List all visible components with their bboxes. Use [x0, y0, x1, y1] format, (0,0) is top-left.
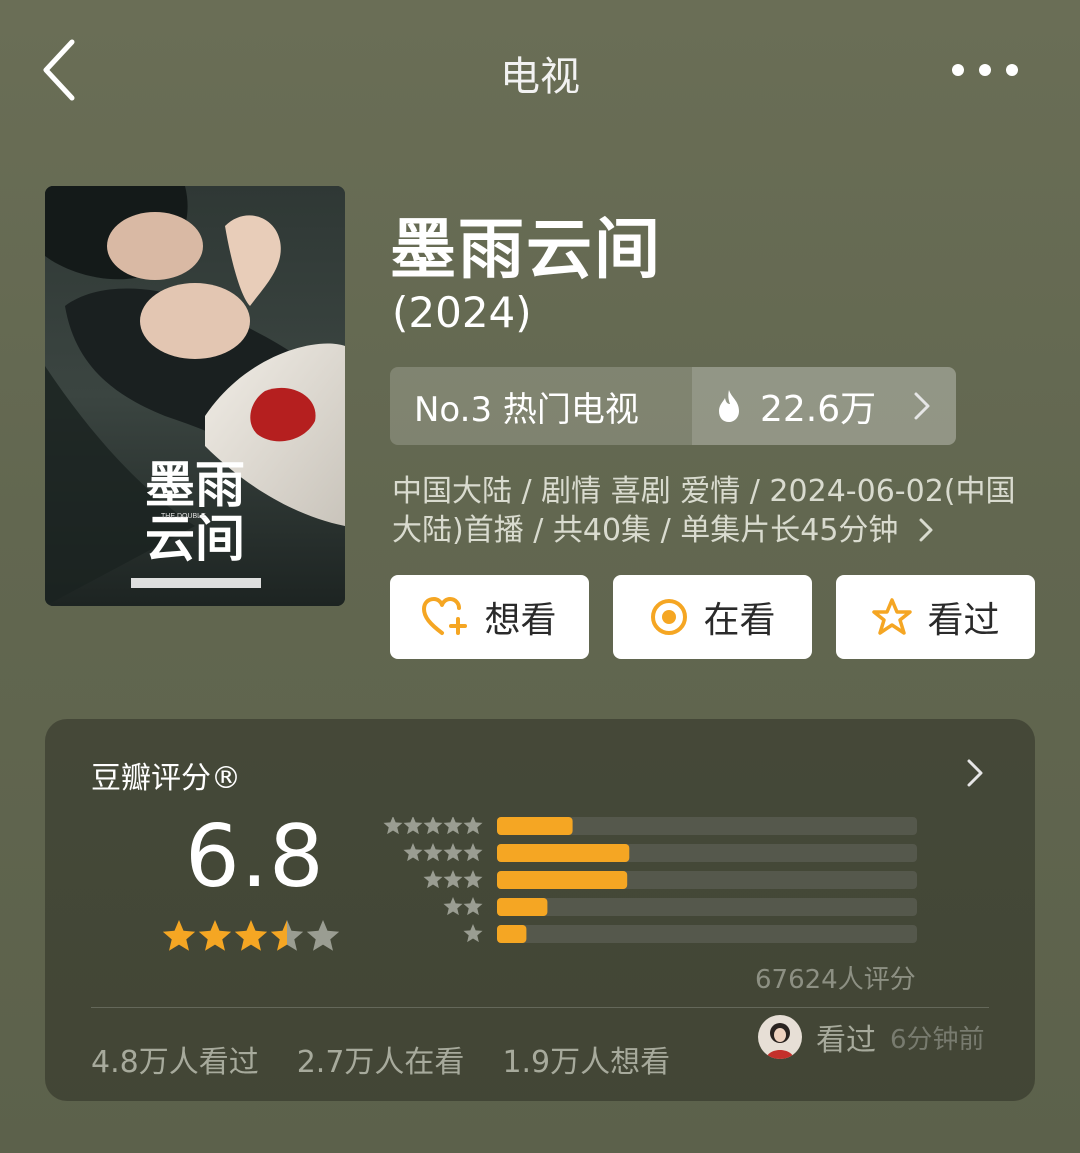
dist-star-5-5	[383, 817, 403, 835]
dist-star-3-2	[443, 870, 463, 889]
watching-count[interactable]: 2.7万人在看	[297, 1037, 465, 1081]
dist-star-5-3	[423, 817, 443, 835]
rating-source-label: 豆瓣评分®	[91, 761, 241, 796]
more-button[interactable]	[950, 58, 1020, 82]
action-buttons: 想看 在看 看过	[390, 575, 1035, 659]
poster-subtitle: THE DOUBLE	[161, 513, 206, 520]
friend-status: 看过	[816, 1023, 876, 1058]
rating-star-2	[198, 920, 232, 951]
dist-star-3-1	[463, 870, 483, 889]
rating-score: 6.8	[185, 807, 325, 907]
dist-star-5-1	[463, 817, 483, 835]
heat-value: 22.6万	[760, 389, 877, 430]
show-title: 墨雨云间	[390, 211, 662, 288]
watching-button[interactable]: 在看	[613, 575, 812, 659]
watching-label: 在看	[703, 600, 776, 641]
poster-art: 墨雨 云间 THE DOUBLE	[45, 186, 345, 606]
heat-button[interactable]: 22.6万	[692, 367, 956, 445]
rating-card[interactable]: 豆瓣评分® 6.8 67624人评分 4.8万人看过 2.7万人在看 1.9万人…	[45, 719, 1035, 1101]
dist-bar-2	[497, 898, 548, 916]
friend-activity[interactable]: 看过 6分钟前	[758, 1015, 985, 1059]
want-to-watch-button[interactable]: 想看	[390, 575, 589, 659]
rating-star-4	[270, 920, 304, 951]
want-count[interactable]: 1.9万人想看	[502, 1037, 670, 1081]
show-year: (2024)	[392, 288, 532, 337]
avatar	[758, 1015, 802, 1059]
flame-icon	[719, 390, 739, 422]
rating-distribution	[383, 817, 917, 943]
watched-label: 看过	[927, 600, 1000, 641]
rating-star-1	[162, 920, 196, 951]
dist-star-4-2	[443, 843, 463, 862]
chevron-right-icon	[914, 392, 930, 420]
more-dots-icon	[952, 64, 1018, 76]
rating-stars	[162, 920, 340, 951]
dist-track-2	[497, 898, 917, 916]
dist-star-4-3	[423, 843, 443, 862]
top-nav-bar: 电视	[0, 0, 1080, 140]
dist-bar-1	[497, 925, 527, 943]
rating-star-3	[234, 920, 268, 951]
watch-stats: 4.8万人看过 2.7万人在看 1.9万人想看	[91, 1037, 670, 1081]
dist-star-4-1	[463, 843, 483, 862]
dist-bar-3	[497, 871, 628, 889]
dist-star-5-2	[443, 817, 463, 835]
chevron-right-icon[interactable]	[965, 757, 985, 789]
poster-image[interactable]: 墨雨 云间 THE DOUBLE	[45, 186, 345, 606]
page-title: 电视	[500, 54, 580, 100]
rating-count: 67624人评分	[755, 965, 916, 995]
divider	[91, 1007, 989, 1008]
dist-bar-4	[497, 844, 630, 862]
dist-track-1	[497, 925, 917, 943]
heart-plus-icon	[422, 597, 468, 635]
poster-title-line1: 墨雨	[145, 457, 245, 513]
show-meta-info[interactable]: 中国大陆 / 剧情 喜剧 爱情 / 2024-06-02(中国大陆)首播 / 共…	[392, 472, 1042, 550]
dist-bar-5	[497, 817, 573, 835]
rank-label[interactable]: No.3 热门电视	[390, 367, 692, 445]
watched-count[interactable]: 4.8万人看过	[91, 1037, 259, 1081]
dist-star-2-2	[443, 897, 463, 916]
want-to-watch-label: 想看	[484, 600, 557, 641]
star-outline-icon	[872, 598, 913, 635]
dist-star-1-1	[463, 924, 483, 943]
ranking-bar: No.3 热门电视 22.6万	[390, 367, 956, 445]
dist-star-3-3	[423, 870, 443, 889]
rating-star-5	[306, 920, 340, 951]
friend-time: 6分钟前	[890, 1024, 985, 1055]
chevron-right-icon	[919, 518, 933, 542]
dist-star-2-1	[463, 897, 483, 916]
dist-star-4-4	[403, 843, 423, 862]
dist-star-5-4	[403, 817, 423, 835]
target-icon	[651, 599, 688, 635]
watched-button[interactable]: 看过	[836, 575, 1035, 659]
